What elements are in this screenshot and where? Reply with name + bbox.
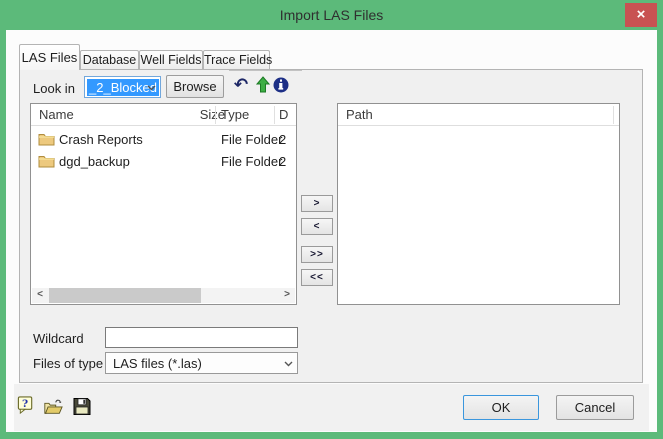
remove-all-button[interactable]: <<	[301, 269, 333, 286]
close-button[interactable]: ×	[625, 3, 657, 27]
file-type: File Folder	[221, 132, 282, 147]
open-folder-icon[interactable]	[43, 397, 63, 416]
file-date: 2	[279, 154, 286, 169]
file-list: Name Size Type D Crash Reports File Fold…	[30, 103, 297, 305]
tab-label: Well Fields	[141, 53, 202, 67]
wildcard-input[interactable]	[105, 327, 298, 348]
column-divider[interactable]	[274, 106, 275, 124]
column-header-name[interactable]: Name	[39, 107, 74, 122]
column-header-type[interactable]: Type	[221, 107, 249, 122]
scrollbar-thumb[interactable]	[49, 288, 201, 303]
file-name: dgd_backup	[59, 154, 130, 169]
files-of-type-label: Files of type	[33, 356, 103, 371]
column-header-path[interactable]: Path	[346, 107, 373, 122]
tab-database[interactable]: Database	[80, 50, 139, 70]
horizontal-scrollbar[interactable]: < >	[32, 288, 295, 303]
file-row-dgd-backup[interactable]: dgd_backup File Folder 2	[31, 151, 296, 173]
ok-button[interactable]: OK	[463, 395, 539, 420]
tab-well-fields[interactable]: Well Fields	[139, 50, 203, 70]
window-title: Import LAS Files	[0, 7, 663, 23]
look-in-combobox[interactable]: _2_Blocked	[84, 76, 161, 98]
selected-paths-list: Path	[337, 103, 620, 305]
tab-trace-fields[interactable]: Trace Fields	[203, 50, 270, 70]
up-one-level-icon[interactable]	[254, 76, 272, 94]
column-header-size[interactable]: Size	[175, 107, 225, 122]
import-las-dialog: Import LAS Files × LAS Files Database We…	[0, 0, 663, 439]
column-divider[interactable]	[215, 106, 216, 124]
file-row-crash-reports[interactable]: Crash Reports File Folder 2	[31, 129, 296, 151]
tab-las-files[interactable]: LAS Files	[19, 44, 80, 70]
toolbar-divider	[229, 70, 302, 71]
titlebar[interactable]: Import LAS Files ×	[0, 0, 663, 30]
files-of-type-combobox[interactable]: LAS files (*.las)	[105, 352, 298, 374]
save-icon[interactable]	[72, 397, 92, 416]
chevron-down-icon	[147, 85, 156, 91]
look-in-label: Look in	[33, 81, 75, 96]
add-button[interactable]: >	[301, 195, 333, 212]
info-icon[interactable]	[272, 76, 290, 94]
footer-background	[14, 384, 649, 431]
cancel-button[interactable]: Cancel	[556, 395, 634, 420]
file-type: File Folder	[221, 154, 282, 169]
file-list-header: Name Size Type D	[31, 104, 296, 126]
files-of-type-value: LAS files (*.las)	[113, 356, 202, 371]
las-files-tab-page: Look in _2_Blocked Browse ... ↶ Name	[19, 69, 643, 383]
file-name: Crash Reports	[59, 132, 143, 147]
undo-icon[interactable]: ↶	[232, 76, 250, 94]
dialog-client-area: LAS Files Database Well Fields Trace Fie…	[6, 30, 657, 432]
tab-label: LAS Files	[22, 50, 78, 65]
column-header-date[interactable]: D	[279, 107, 288, 122]
folder-icon	[38, 154, 55, 168]
file-date: 2	[279, 132, 286, 147]
wildcard-label: Wildcard	[33, 331, 84, 346]
add-all-button[interactable]: >>	[301, 246, 333, 263]
svg-text:?: ?	[22, 398, 28, 410]
column-divider[interactable]	[613, 106, 614, 124]
path-list-header: Path	[338, 104, 619, 126]
folder-icon	[38, 132, 55, 146]
chevron-down-icon	[284, 361, 293, 367]
help-icon[interactable]: ?	[16, 396, 36, 415]
scroll-right-arrow[interactable]: >	[279, 288, 295, 303]
browse-button[interactable]: Browse ...	[166, 75, 224, 98]
tab-label: Trace Fields	[204, 53, 272, 67]
remove-button[interactable]: <	[301, 218, 333, 235]
scroll-left-arrow[interactable]: <	[32, 288, 48, 303]
tab-label: Database	[83, 53, 137, 67]
